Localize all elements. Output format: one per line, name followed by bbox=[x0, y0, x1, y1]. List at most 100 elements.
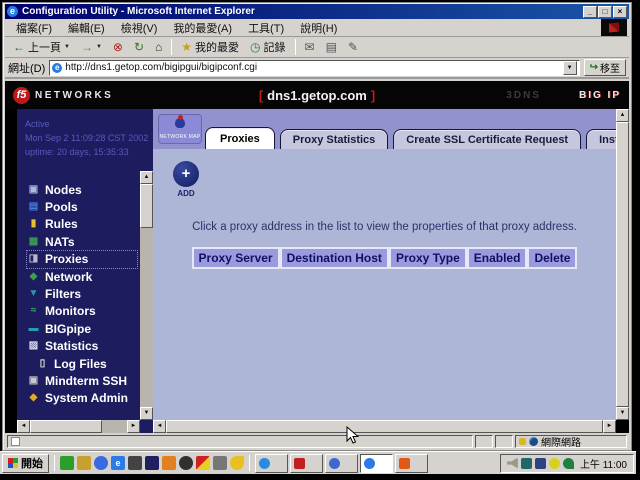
home-button[interactable]: ⌂ bbox=[151, 40, 166, 54]
stop-button[interactable]: ⊗ bbox=[109, 40, 127, 54]
menu-edit[interactable]: 編輯(E) bbox=[61, 18, 112, 38]
sidebar-item-nodes[interactable]: ▣Nodes bbox=[27, 181, 137, 198]
column-header-proxy-type[interactable]: Proxy Type bbox=[389, 247, 467, 269]
scroll-left-icon[interactable]: ◄ bbox=[153, 420, 166, 433]
sidebar-item-filters[interactable]: ▼Filters bbox=[27, 285, 137, 302]
sidebar-horizontal-scrollbar[interactable]: ◄ ► bbox=[17, 420, 140, 433]
task-button-active[interactable] bbox=[360, 454, 393, 473]
network-map-button[interactable]: NETWORK MAP bbox=[158, 114, 202, 144]
sidebar-item-statistics[interactable]: ▨Statistics bbox=[27, 338, 137, 355]
sidebar-vertical-scrollbar[interactable]: ▲ ▼ bbox=[140, 171, 153, 420]
add-icon[interactable]: + bbox=[173, 161, 199, 187]
sidebar-item-monitors[interactable]: ≈Monitors bbox=[27, 303, 137, 320]
scrollbar-thumb[interactable] bbox=[140, 184, 153, 228]
sidebar-item-mindterm-ssh[interactable]: ▣Mindterm SSH bbox=[27, 372, 137, 389]
add-proxy-control[interactable]: + ADD bbox=[171, 161, 201, 198]
close-button[interactable]: × bbox=[613, 6, 627, 18]
column-header-enabled[interactable]: Enabled bbox=[467, 247, 528, 269]
scroll-left-icon[interactable]: ◄ bbox=[17, 420, 30, 433]
forward-dropdown-icon[interactable]: ▼ bbox=[96, 44, 102, 50]
quick-launch-icon[interactable] bbox=[128, 456, 142, 470]
task-button[interactable] bbox=[255, 454, 288, 473]
sidebar-item-system-admin[interactable]: ◆System Admin bbox=[27, 390, 137, 407]
tray-icon[interactable] bbox=[507, 458, 518, 469]
favorites-button[interactable]: ★ 我的最愛 bbox=[177, 38, 243, 56]
taskbar-clock[interactable]: 上午 11:00 bbox=[580, 456, 627, 471]
sidebar-nav: ▣Nodes ▤Pools ▮Rules ▦NATs ◨Proxies ◆Net… bbox=[27, 181, 137, 407]
edit-button[interactable]: ✎ bbox=[344, 40, 362, 54]
tab-proxy-statistics[interactable]: Proxy Statistics bbox=[280, 129, 389, 149]
url-dropdown-icon[interactable]: ▼ bbox=[563, 61, 577, 75]
sidebar-item-label: Monitors bbox=[45, 304, 96, 318]
menu-file[interactable]: 檔案(F) bbox=[9, 18, 59, 38]
task-button[interactable] bbox=[395, 454, 428, 473]
globe-icon bbox=[529, 437, 538, 446]
tray-icon[interactable] bbox=[549, 458, 560, 469]
menu-view[interactable]: 檢視(V) bbox=[114, 18, 165, 38]
scroll-right-icon[interactable]: ► bbox=[127, 420, 140, 433]
quick-launch-icon[interactable] bbox=[94, 456, 108, 470]
app-icon bbox=[294, 458, 305, 469]
content-horizontal-scrollbar[interactable]: ◄ ► bbox=[153, 420, 616, 433]
quick-launch-icon[interactable] bbox=[179, 456, 193, 470]
sidebar-item-network[interactable]: ◆Network bbox=[27, 268, 137, 285]
scroll-up-icon[interactable]: ▲ bbox=[140, 171, 153, 184]
task-button[interactable] bbox=[290, 454, 323, 473]
quick-launch-icon[interactable] bbox=[196, 456, 210, 470]
back-label: 上一頁 bbox=[28, 39, 61, 55]
menu-tools[interactable]: 工具(T) bbox=[241, 18, 291, 38]
quick-launch-icon[interactable] bbox=[162, 456, 176, 470]
windows-flag-icon bbox=[609, 22, 619, 32]
print-button[interactable]: ▤ bbox=[322, 40, 341, 54]
back-button[interactable]: ← 上一頁 ▼ bbox=[9, 38, 74, 56]
sidebar-item-bigpipe[interactable]: ▬BIGpipe bbox=[27, 320, 137, 337]
tab-proxies[interactable]: Proxies bbox=[205, 127, 275, 149]
sidebar-item-pools[interactable]: ▤Pools bbox=[27, 198, 137, 215]
minimize-button[interactable]: _ bbox=[583, 6, 597, 18]
maximize-button[interactable]: □ bbox=[598, 6, 612, 18]
scroll-down-icon[interactable]: ▼ bbox=[616, 407, 629, 420]
link-3dns[interactable]: 3DNS bbox=[506, 90, 541, 101]
sidebar-item-log-files[interactable]: ▯Log Files bbox=[27, 355, 137, 372]
address-bar: 網址(D) e ▼ ↪ 移至 bbox=[5, 58, 629, 79]
quick-launch-icon[interactable] bbox=[60, 456, 74, 470]
scroll-up-icon[interactable]: ▲ bbox=[616, 109, 629, 122]
scrollbar-thumb[interactable] bbox=[166, 420, 603, 433]
scrollbar-thumb[interactable] bbox=[616, 122, 629, 407]
menu-favorites[interactable]: 我的最愛(A) bbox=[166, 18, 239, 38]
scroll-down-icon[interactable]: ▼ bbox=[140, 407, 153, 420]
tray-icon[interactable] bbox=[535, 458, 546, 469]
column-header-delete[interactable]: Delete bbox=[527, 247, 577, 269]
tray-icon[interactable] bbox=[521, 458, 532, 469]
url-input[interactable] bbox=[65, 62, 559, 73]
link-bigip[interactable]: BIG IP bbox=[579, 90, 621, 101]
back-dropdown-icon[interactable]: ▼ bbox=[64, 44, 70, 50]
tray-icon[interactable] bbox=[563, 458, 574, 469]
task-button[interactable] bbox=[325, 454, 358, 473]
sidebar-item-nats[interactable]: ▦NATs bbox=[27, 233, 137, 250]
quick-launch-icon[interactable]: e bbox=[111, 456, 125, 470]
stop-icon: ⊗ bbox=[113, 41, 123, 53]
column-header-proxy-server[interactable]: Proxy Server bbox=[192, 247, 280, 269]
sidebar-item-proxies[interactable]: ◨Proxies bbox=[27, 251, 137, 268]
quick-launch-icon[interactable] bbox=[213, 456, 227, 470]
go-button[interactable]: ↪ 移至 bbox=[584, 59, 626, 76]
scrollbar-thumb[interactable] bbox=[30, 420, 102, 433]
refresh-button[interactable]: ↻ bbox=[130, 40, 148, 54]
content-vertical-scrollbar[interactable]: ▲ ▼ bbox=[616, 109, 629, 420]
history-button[interactable]: ◷ 記錄 bbox=[246, 38, 289, 56]
column-header-destination-host[interactable]: Destination Host bbox=[280, 247, 389, 269]
scroll-right-icon[interactable]: ► bbox=[603, 420, 616, 433]
mail-icon: ✉ bbox=[305, 41, 315, 53]
sidebar-item-rules[interactable]: ▮Rules bbox=[27, 216, 137, 233]
quick-launch-icon[interactable] bbox=[77, 456, 91, 470]
quick-launch-icon[interactable] bbox=[230, 456, 244, 470]
quick-launch-icon[interactable] bbox=[145, 456, 159, 470]
tab-install-ssl-certificate[interactable]: Install SSL Certif bbox=[586, 129, 616, 149]
forward-button[interactable]: → ▼ bbox=[77, 40, 106, 54]
tab-create-ssl-certificate-request[interactable]: Create SSL Certificate Request bbox=[393, 129, 581, 149]
start-button[interactable]: 開始 bbox=[2, 454, 49, 473]
menu-help[interactable]: 說明(H) bbox=[293, 18, 344, 38]
taskbar-separator bbox=[249, 455, 250, 471]
mail-button[interactable]: ✉ bbox=[301, 40, 319, 54]
